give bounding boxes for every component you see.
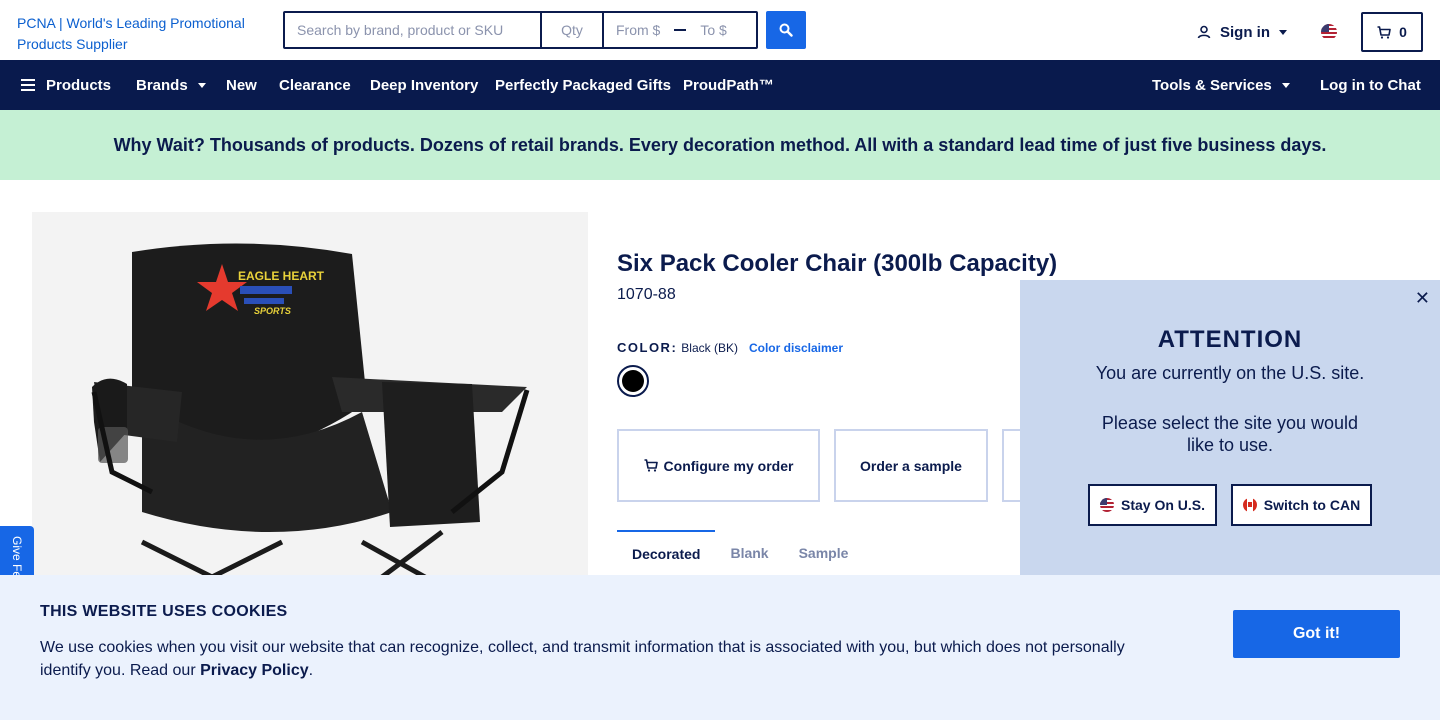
feedback-tab[interactable]: Give Feedback [0, 526, 34, 576]
pricing-tabs: Decorated Blank Sample [617, 530, 863, 576]
privacy-policy-link[interactable]: Privacy Policy [200, 662, 309, 679]
user-icon [1197, 25, 1211, 39]
canada-flag-icon [1242, 498, 1257, 512]
chevron-down-icon [1279, 29, 1287, 35]
nav-item-deep-inventory[interactable]: Deep Inventory [370, 60, 478, 110]
cookie-text: We use cookies when you visit our websit… [40, 636, 1140, 682]
nav-item-products[interactable]: Products [21, 60, 111, 110]
logo-alt-text: PCNA | World's Leading Promotional Produ… [17, 15, 245, 52]
color-disclaimer-link[interactable]: Color disclaimer [749, 341, 843, 355]
order-sample-button[interactable]: Order a sample [834, 429, 988, 502]
product-image[interactable]: EAGLE HEART SPORTS [32, 212, 588, 592]
nav-item-clearance[interactable]: Clearance [279, 60, 351, 110]
cart-icon [644, 459, 658, 472]
nav-item-proudpath[interactable]: ProudPath™ [683, 60, 774, 110]
nav-item-label: Tools & Services [1152, 76, 1272, 94]
price-to-input[interactable]: To $ [700, 22, 726, 38]
order-sample-label: Order a sample [860, 457, 962, 474]
search-button[interactable] [766, 11, 806, 49]
stay-us-button[interactable]: Stay On U.S. [1088, 484, 1217, 526]
nav-item-tools-services[interactable]: Tools & Services [1152, 60, 1290, 110]
us-flag-icon[interactable] [1321, 24, 1337, 40]
cart-count: 0 [1399, 24, 1407, 40]
cart-button[interactable]: 0 [1361, 12, 1423, 52]
price-range: From $ To $ [604, 13, 756, 47]
nav-item-label: Brands [136, 76, 188, 94]
nav-item-label: Deep Inventory [370, 76, 479, 94]
accept-cookies-button[interactable]: Got it! [1233, 610, 1400, 658]
product-title: Six Pack Cooler Chair (300lb Capacity) [617, 250, 1058, 277]
nav-item-label: Products [46, 76, 112, 94]
color-row: COLOR: Black (BK) Color disclaimer [617, 340, 843, 355]
nav-item-label: Log in to Chat [1320, 76, 1421, 94]
nav-item-log-in-to-chat[interactable]: Log in to Chat [1320, 60, 1421, 110]
search-input[interactable]: Search by brand, product or SKU [285, 13, 542, 47]
nav-item-label: New [226, 76, 257, 94]
us-flag-icon [1099, 498, 1114, 512]
site-header: PCNA | World's Leading Promotional Produ… [0, 0, 1440, 60]
hamburger-icon [21, 79, 35, 91]
price-from-input[interactable]: From $ [616, 22, 660, 38]
cookie-banner: THIS WEBSITE USES COOKIES We use cookies… [0, 575, 1440, 720]
close-icon[interactable]: ✕ [1415, 288, 1430, 309]
modal-select-site-text: Please select the site you would like to… [1101, 413, 1359, 455]
product-sku: 1070-88 [617, 286, 676, 303]
switch-can-button[interactable]: Switch to CAN [1231, 484, 1372, 526]
promo-banner: Why Wait? Thousands of products. Dozens … [0, 110, 1440, 180]
color-value: Black (BK) [681, 341, 738, 355]
nav-item-new[interactable]: New [226, 60, 257, 110]
modal-current-site-text: You are currently on the U.S. site. [1095, 363, 1365, 383]
search-icon [779, 23, 793, 37]
color-swatch-black[interactable] [617, 365, 649, 397]
color-label: COLOR: [617, 340, 678, 355]
region-select-modal: ✕ ATTENTION You are currently on the U.S… [1020, 280, 1440, 576]
search-bar: Search by brand, product or SKU Qty From… [283, 11, 758, 49]
nav-item-label: Clearance [279, 76, 351, 94]
cookie-heading: THIS WEBSITE USES COOKIES [40, 603, 288, 620]
nav-item-label: Perfectly Packaged Gifts [495, 76, 671, 94]
cooler-chair-image: EAGLE HEART SPORTS [91, 243, 530, 592]
tab-sample[interactable]: Sample [784, 530, 864, 576]
chevron-down-icon [1281, 82, 1290, 88]
modal-heading: ATTENTION [1157, 326, 1303, 353]
nav-item-perfectly-packaged-gifts[interactable]: Perfectly Packaged Gifts [495, 60, 671, 110]
nav-item-label: ProudPath™ [683, 76, 774, 94]
cart-icon [1377, 25, 1391, 39]
qty-input[interactable]: Qty [542, 13, 604, 47]
cookie-text-end: . [308, 662, 314, 679]
main-nav: Products Brands New Clearance Deep Inven… [0, 60, 1440, 110]
nav-item-brands[interactable]: Brands [136, 60, 206, 110]
swatch-fill [622, 370, 644, 392]
sign-in-menu[interactable]: Sign in [1197, 22, 1287, 42]
price-range-divider [674, 29, 687, 31]
stay-us-label: Stay On U.S. [1120, 497, 1206, 513]
feedback-label: Give Feedback [10, 536, 24, 576]
promo-text: Why Wait? Thousands of products. Dozens … [113, 134, 1327, 155]
configure-order-label: Configure my order [663, 457, 794, 474]
tab-decorated[interactable]: Decorated [617, 530, 716, 576]
configure-order-button[interactable]: Configure my order [617, 429, 820, 502]
site-logo[interactable]: PCNA | World's Leading Promotional Produ… [17, 13, 277, 55]
imprint-sub-text: SPORTS [254, 306, 291, 316]
chevron-down-icon [197, 82, 206, 88]
tab-blank[interactable]: Blank [715, 530, 783, 576]
imprint-brand-text: EAGLE HEART [238, 269, 325, 283]
sign-in-label: Sign in [1220, 23, 1270, 41]
switch-can-label: Switch to CAN [1263, 497, 1361, 513]
